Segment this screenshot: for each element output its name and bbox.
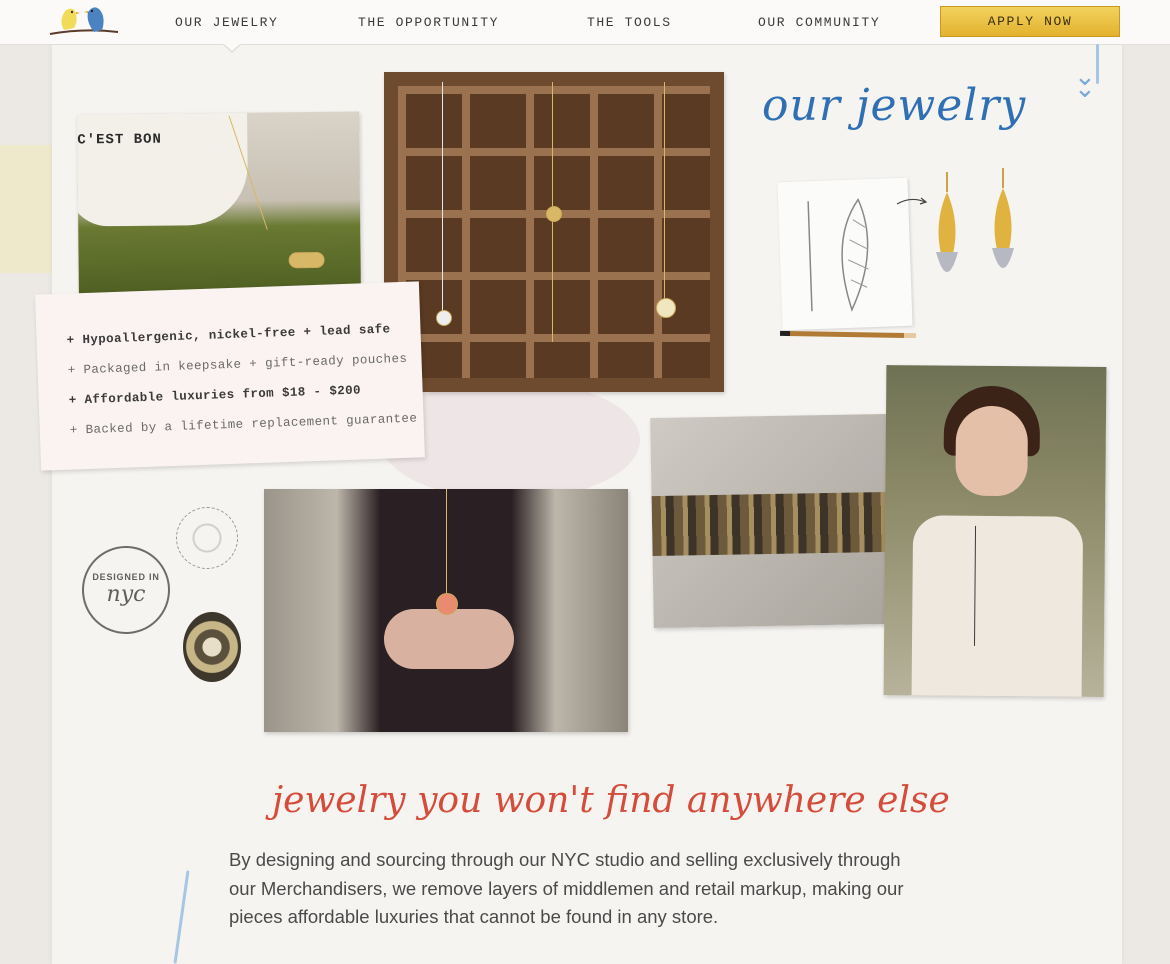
- mug-shape: C'EST BON: [77, 112, 249, 227]
- stamp-bottom-text: nyc: [106, 582, 146, 607]
- mug-necklace-photo: C'EST BON: [77, 111, 361, 298]
- feather-sketch-icon: [807, 197, 869, 312]
- section-body: By designing and sourcing through our NY…: [229, 849, 904, 927]
- nav-our-jewelry[interactable]: OUR JEWELRY: [175, 15, 278, 30]
- feather-earring-icon: [936, 172, 958, 272]
- hands-rings-photo: [264, 489, 628, 732]
- necklace-chain: [442, 82, 443, 312]
- model-shirt: [911, 515, 1084, 697]
- decorative-blue-stroke: [1096, 44, 1099, 84]
- active-nav-indicator: [222, 43, 242, 53]
- necklace-chain: [664, 82, 665, 302]
- bracelet-stack: [651, 491, 889, 557]
- site-header: OUR JEWELRY THE OPPORTUNITY THE TOOLS OU…: [0, 0, 1170, 45]
- model-face: [955, 405, 1029, 497]
- feature-item: + Packaged in keepsake + gift-ready pouc…: [67, 351, 408, 378]
- page-title: our jewelry: [762, 80, 1027, 131]
- bracelets-photo: [650, 413, 890, 629]
- hands-shape: [384, 609, 514, 669]
- designed-in-nyc-stamp: DESIGNED IN nyc: [82, 546, 170, 634]
- arrow-right-icon: [896, 197, 928, 205]
- medallion-necklace-icon: [183, 612, 241, 682]
- feature-item: + Backed by a lifetime replacement guara…: [69, 411, 418, 438]
- feature-item: + Hypoallergenic, nickel-free + lead saf…: [66, 322, 391, 348]
- section-heading: jewelry you won't find anywhere else: [272, 780, 950, 821]
- chevron-down-icon: ⌄ ⌄: [1074, 61, 1096, 103]
- bird-pendant: [546, 206, 562, 222]
- pearl-pendant: [436, 310, 452, 326]
- stamp-top-text: DESIGNED IN: [92, 572, 160, 582]
- shelf-necklaces-photo: [384, 72, 724, 392]
- mug-text: C'EST BON: [77, 131, 163, 149]
- two-birds-on-branch-icon[interactable]: [48, 2, 120, 42]
- nav-the-tools[interactable]: THE TOOLS: [587, 15, 672, 30]
- nav-the-opportunity[interactable]: THE OPPORTUNITY: [358, 15, 499, 30]
- features-note-card: + Hypoallergenic, nickel-free + lead saf…: [35, 281, 425, 471]
- model-necklace-photo: [883, 365, 1107, 697]
- leaf-pendant: [288, 251, 325, 269]
- apply-now-button[interactable]: APPLY NOW: [940, 6, 1120, 37]
- feature-item: + Affordable luxuries from $18 - $200: [68, 383, 362, 408]
- medallion-sketch-icon: [176, 507, 238, 569]
- nav-our-community[interactable]: OUR COMMUNITY: [758, 15, 880, 30]
- feather-earring-icon: [992, 168, 1014, 268]
- starburst-pendant: [656, 298, 676, 318]
- feather-sketch: [777, 177, 913, 331]
- coral-pendant: [436, 593, 458, 615]
